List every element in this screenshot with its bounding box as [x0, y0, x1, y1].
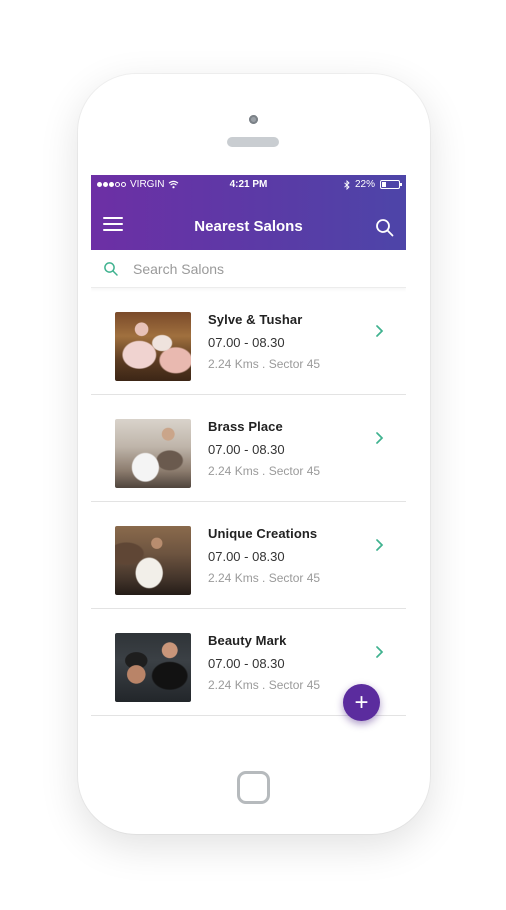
battery-icon: [380, 180, 402, 189]
salon-hours: 07.00 - 08.30: [208, 442, 285, 457]
salon-distance: 2.24 Kms . Sector 45: [208, 678, 321, 692]
mockup-stage: VIRGIN 4:21 PM 22% Nearest Salons Search…: [0, 0, 506, 910]
chevron-right-icon[interactable]: [374, 431, 384, 445]
earpiece-speaker: [227, 137, 279, 147]
list-item[interactable]: Unique Creations 07.00 - 08.30 2.24 Kms …: [91, 502, 406, 609]
list-item[interactable]: Sylve & Tushar 07.00 - 08.30 2.24 Kms . …: [91, 288, 406, 395]
salon-distance: 2.24 Kms . Sector 45: [208, 464, 321, 478]
chevron-right-icon[interactable]: [374, 324, 384, 338]
search-icon[interactable]: [374, 217, 396, 239]
salon-hours: 07.00 - 08.30: [208, 549, 285, 564]
salon-name: Beauty Mark: [208, 633, 287, 648]
list-item[interactable]: Brass Place 07.00 - 08.30 2.24 Kms . Sec…: [91, 395, 406, 502]
salon-list: Sylve & Tushar 07.00 - 08.30 2.24 Kms . …: [91, 288, 406, 716]
app-screen: VIRGIN 4:21 PM 22% Nearest Salons Search…: [91, 175, 406, 734]
chevron-right-icon[interactable]: [374, 645, 384, 659]
salon-thumbnail: [115, 312, 191, 381]
battery-percent: 22%: [354, 179, 375, 190]
search-field-icon: [104, 262, 118, 276]
salon-name: Unique Creations: [208, 526, 318, 541]
home-button[interactable]: [237, 771, 270, 804]
salon-distance: 2.24 Kms . Sector 45: [208, 571, 321, 585]
app-header: VIRGIN 4:21 PM 22% Nearest Salons: [91, 175, 406, 250]
search-bar: [91, 250, 406, 288]
status-right: 22%: [344, 179, 402, 190]
salon-hours: 07.00 - 08.30: [208, 335, 285, 350]
salon-hours: 07.00 - 08.30: [208, 656, 285, 671]
salon-distance: 2.24 Kms . Sector 45: [208, 357, 321, 371]
nav-bar: Nearest Salons: [91, 211, 406, 243]
battery-fill: [382, 182, 386, 187]
salon-thumbnail: [115, 633, 191, 702]
salon-name: Sylve & Tushar: [208, 312, 303, 327]
bluetooth-icon: [344, 179, 350, 190]
add-salon-button[interactable]: +: [343, 684, 380, 721]
status-bar: VIRGIN 4:21 PM 22%: [91, 177, 406, 193]
salon-thumbnail: [115, 419, 191, 488]
chevron-right-icon[interactable]: [374, 538, 384, 552]
camera-dot: [249, 115, 258, 124]
salon-thumbnail: [115, 526, 191, 595]
salon-name: Brass Place: [208, 419, 283, 434]
page-title: Nearest Salons: [194, 218, 303, 235]
search-input[interactable]: [133, 258, 393, 280]
